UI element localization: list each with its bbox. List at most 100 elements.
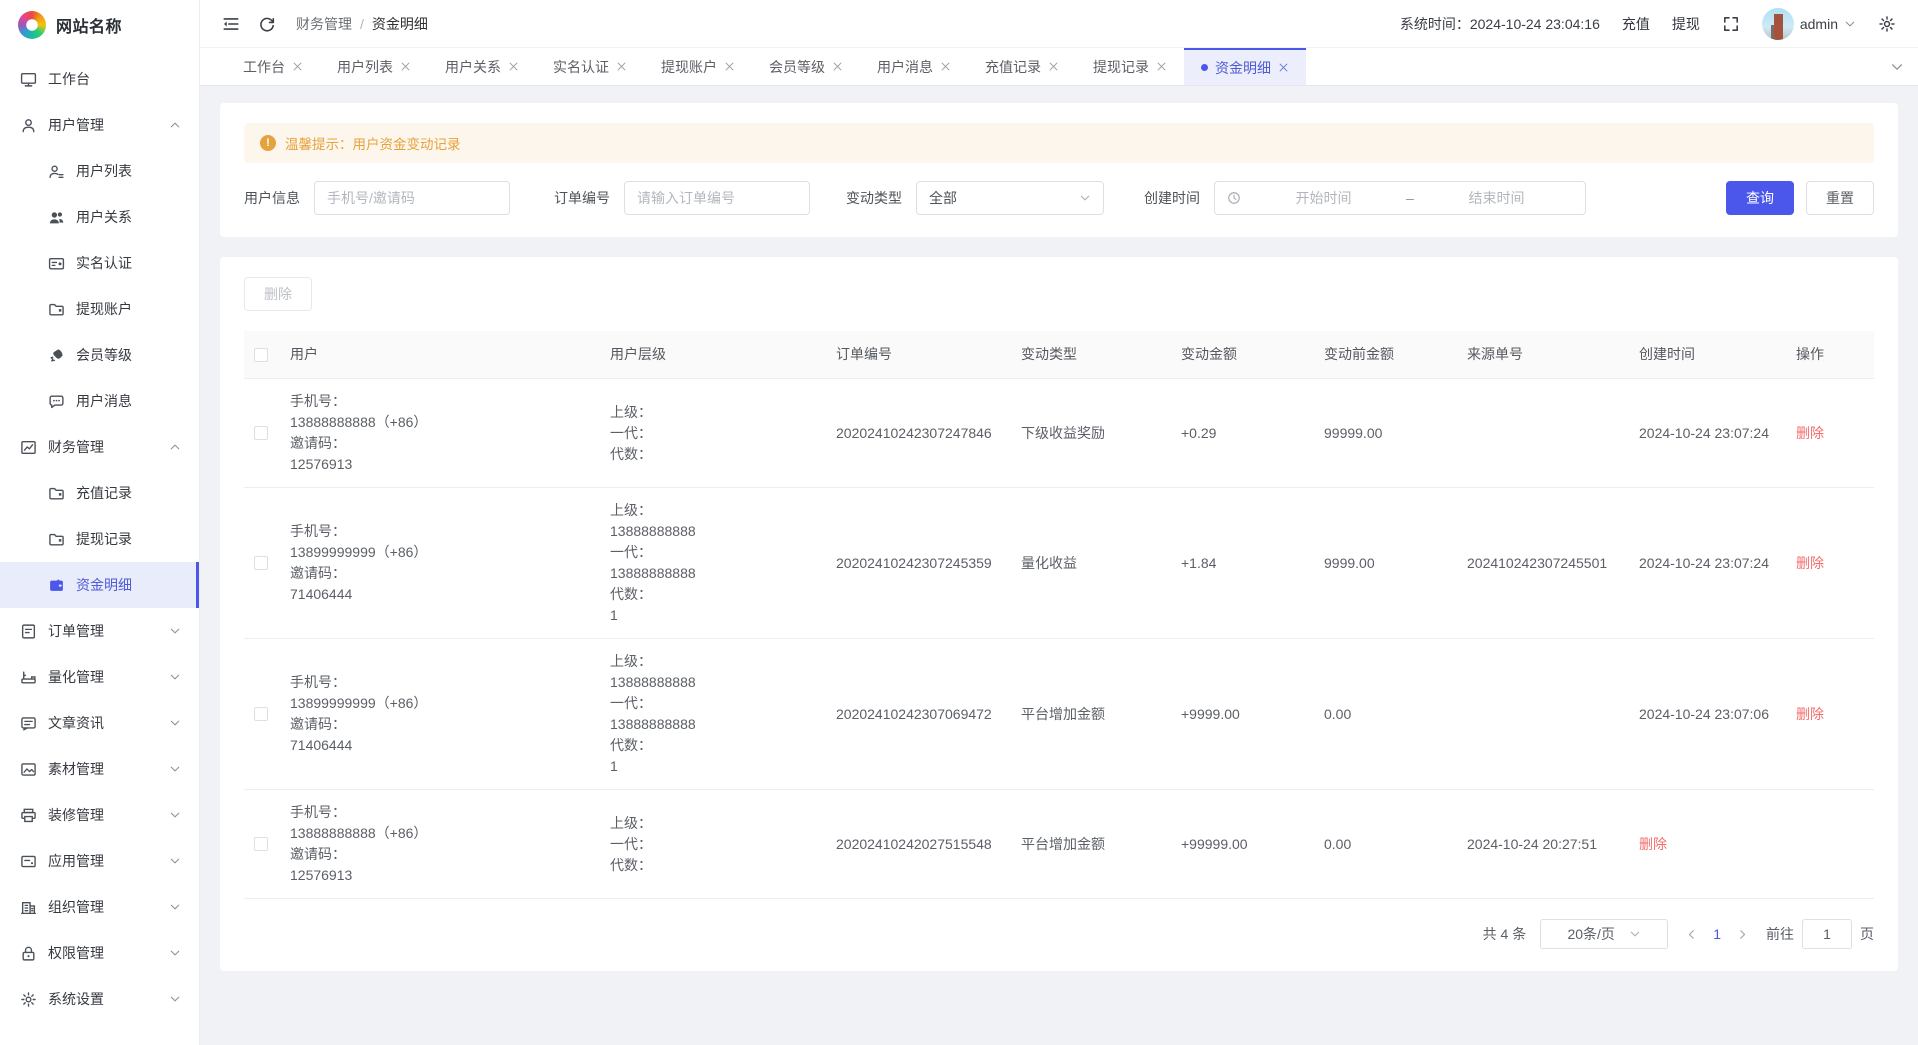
withdraw-link[interactable]: 提现 bbox=[1672, 14, 1700, 34]
row-delete-link[interactable]: 删除 bbox=[1796, 555, 1824, 571]
chevron-down-icon bbox=[169, 993, 181, 1005]
tab-fund-details[interactable]: 资金明细 bbox=[1184, 48, 1306, 85]
cell-change-amount: +9999.00 bbox=[1181, 692, 1324, 737]
sidebar-item-app-management[interactable]: 应用管理 bbox=[0, 838, 199, 884]
col-created-at: 创建时间 bbox=[1639, 331, 1796, 378]
sidebar-item-quant-management[interactable]: 量化管理 bbox=[0, 654, 199, 700]
table-toolbar: 删除 bbox=[244, 277, 1874, 311]
row-delete-link[interactable]: 删除 bbox=[1796, 425, 1824, 441]
cell-before-amount: 0.00 bbox=[1324, 692, 1467, 737]
col-change-amount: 变动金额 bbox=[1181, 331, 1324, 378]
change-type-select[interactable]: 全部 bbox=[916, 181, 1104, 215]
tab-close-icon[interactable] bbox=[832, 61, 843, 72]
sidebar-collapse-icon[interactable] bbox=[222, 15, 240, 33]
row-delete-link[interactable]: 删除 bbox=[1639, 836, 1667, 852]
goto-label: 前往 bbox=[1766, 924, 1794, 944]
sidebar-item-user-relations[interactable]: 用户关系 bbox=[0, 194, 199, 240]
next-page-icon[interactable] bbox=[1737, 929, 1748, 940]
app-root: 网站名称 工作台 用户管理 用户列表 用户关系 实名认证 bbox=[0, 0, 1918, 1045]
tab-close-icon[interactable] bbox=[1156, 61, 1167, 72]
batch-delete-button[interactable]: 删除 bbox=[244, 277, 312, 311]
tab-user-messages[interactable]: 用户消息 bbox=[860, 48, 968, 85]
tabs-more-chevron-icon[interactable] bbox=[1890, 60, 1904, 74]
sidebar-item-workbench[interactable]: 工作台 bbox=[0, 56, 199, 102]
tab-user-relations[interactable]: 用户关系 bbox=[428, 48, 536, 85]
tab-close-icon[interactable] bbox=[508, 61, 519, 72]
sidebar-item-member-level[interactable]: 会员等级 bbox=[0, 332, 199, 378]
sidebar: 网站名称 工作台 用户管理 用户列表 用户关系 实名认证 bbox=[0, 0, 200, 1045]
article-icon bbox=[20, 715, 37, 732]
sidebar-item-user-list[interactable]: 用户列表 bbox=[0, 148, 199, 194]
tab-real-name-auth[interactable]: 实名认证 bbox=[536, 48, 644, 85]
id-card-icon bbox=[48, 255, 65, 272]
sidebar-item-fund-details[interactable]: 资金明细 bbox=[0, 562, 199, 608]
tab-user-list[interactable]: 用户列表 bbox=[320, 48, 428, 85]
breadcrumb-parent[interactable]: 财务管理 bbox=[296, 14, 352, 34]
search-button[interactable]: 查询 bbox=[1726, 181, 1794, 215]
tab-workbench[interactable]: 工作台 bbox=[226, 48, 320, 85]
tab-close-icon[interactable] bbox=[1048, 61, 1059, 72]
tab-close-icon[interactable] bbox=[940, 61, 951, 72]
row-checkbox[interactable] bbox=[254, 426, 268, 440]
sidebar-item-material-management[interactable]: 素材管理 bbox=[0, 746, 199, 792]
start-time-input[interactable] bbox=[1247, 190, 1400, 206]
table-row: 手机号：13899999999（+86） 邀请码：71406444 上级：138… bbox=[244, 639, 1874, 790]
current-page[interactable]: 1 bbox=[1713, 926, 1721, 942]
folder-icon bbox=[48, 301, 65, 318]
sidebar-item-system-settings[interactable]: 系统设置 bbox=[0, 976, 199, 1022]
table-card: 删除 用户 用户层级 订单编号 变动类型 变动金额 变动前金额 来源单号 创建时… bbox=[220, 257, 1898, 971]
sidebar-item-decoration-management[interactable]: 装修管理 bbox=[0, 792, 199, 838]
sidebar-item-organization-management[interactable]: 组织管理 bbox=[0, 884, 199, 930]
end-time-input[interactable] bbox=[1420, 190, 1573, 206]
recharge-link[interactable]: 充值 bbox=[1622, 14, 1650, 34]
sidebar-item-article-news[interactable]: 文章资讯 bbox=[0, 700, 199, 746]
fullscreen-icon[interactable] bbox=[1722, 15, 1740, 33]
logo: 网站名称 bbox=[0, 0, 199, 50]
prev-page-icon[interactable] bbox=[1686, 929, 1697, 940]
tab-close-icon[interactable] bbox=[724, 61, 735, 72]
sidebar-menu: 工作台 用户管理 用户列表 用户关系 实名认证 提现账户 bbox=[0, 50, 199, 1022]
tab-close-icon[interactable] bbox=[292, 61, 303, 72]
tab-close-icon[interactable] bbox=[400, 61, 411, 72]
page-suffix: 页 bbox=[1860, 924, 1874, 944]
sidebar-item-finance-management[interactable]: 财务管理 bbox=[0, 424, 199, 470]
tab-close-icon[interactable] bbox=[1278, 62, 1289, 73]
goto-page-input[interactable] bbox=[1802, 919, 1852, 949]
create-time-range-picker[interactable]: – bbox=[1214, 181, 1586, 215]
select-all-checkbox[interactable] bbox=[254, 348, 268, 362]
fund-details-table: 用户 用户层级 订单编号 变动类型 变动金额 变动前金额 来源单号 创建时间 操… bbox=[244, 331, 1874, 899]
sidebar-item-withdraw-records[interactable]: 提现记录 bbox=[0, 516, 199, 562]
tab-close-icon[interactable] bbox=[616, 61, 627, 72]
settings-gear-icon[interactable] bbox=[1878, 15, 1896, 33]
user-info-input[interactable] bbox=[314, 181, 510, 215]
page-size-select[interactable]: 20条/页 bbox=[1540, 919, 1668, 949]
row-checkbox[interactable] bbox=[254, 837, 268, 851]
tab-withdraw-records[interactable]: 提现记录 bbox=[1076, 48, 1184, 85]
reset-button[interactable]: 重置 bbox=[1806, 181, 1874, 215]
order-no-input[interactable] bbox=[624, 181, 810, 215]
sidebar-item-user-messages[interactable]: 用户消息 bbox=[0, 378, 199, 424]
cell-user-level: 上级： 一代： 代数： bbox=[610, 390, 836, 477]
tab-member-level[interactable]: 会员等级 bbox=[752, 48, 860, 85]
row-checkbox[interactable] bbox=[254, 556, 268, 570]
tab-recharge-records[interactable]: 充值记录 bbox=[968, 48, 1076, 85]
row-checkbox[interactable] bbox=[254, 707, 268, 721]
cell-change-type: 平台增加金额 bbox=[1021, 692, 1181, 737]
user-menu[interactable]: admin bbox=[1762, 8, 1856, 40]
sidebar-item-order-management[interactable]: 订单管理 bbox=[0, 608, 199, 654]
sidebar-item-permission-management[interactable]: 权限管理 bbox=[0, 930, 199, 976]
tip-alert-text: 温馨提示：用户资金变动记录 bbox=[285, 133, 461, 153]
sidebar-item-withdraw-accounts[interactable]: 提现账户 bbox=[0, 286, 199, 332]
col-order-no: 订单编号 bbox=[836, 331, 1021, 378]
cell-order-no: 20202410242307247846 bbox=[836, 411, 1021, 456]
sidebar-item-recharge-records[interactable]: 充值记录 bbox=[0, 470, 199, 516]
chevron-down-icon bbox=[1629, 928, 1641, 940]
table-row: 手机号：13888888888（+86） 邀请码：12576913 上级： 一代… bbox=[244, 790, 1874, 899]
picture-icon bbox=[20, 761, 37, 778]
refresh-icon[interactable] bbox=[258, 15, 276, 33]
site-name: 网站名称 bbox=[56, 13, 122, 37]
row-delete-link[interactable]: 删除 bbox=[1796, 706, 1824, 722]
tab-withdraw-accounts[interactable]: 提现账户 bbox=[644, 48, 752, 85]
sidebar-item-real-name-auth[interactable]: 实名认证 bbox=[0, 240, 199, 286]
sidebar-item-user-management[interactable]: 用户管理 bbox=[0, 102, 199, 148]
